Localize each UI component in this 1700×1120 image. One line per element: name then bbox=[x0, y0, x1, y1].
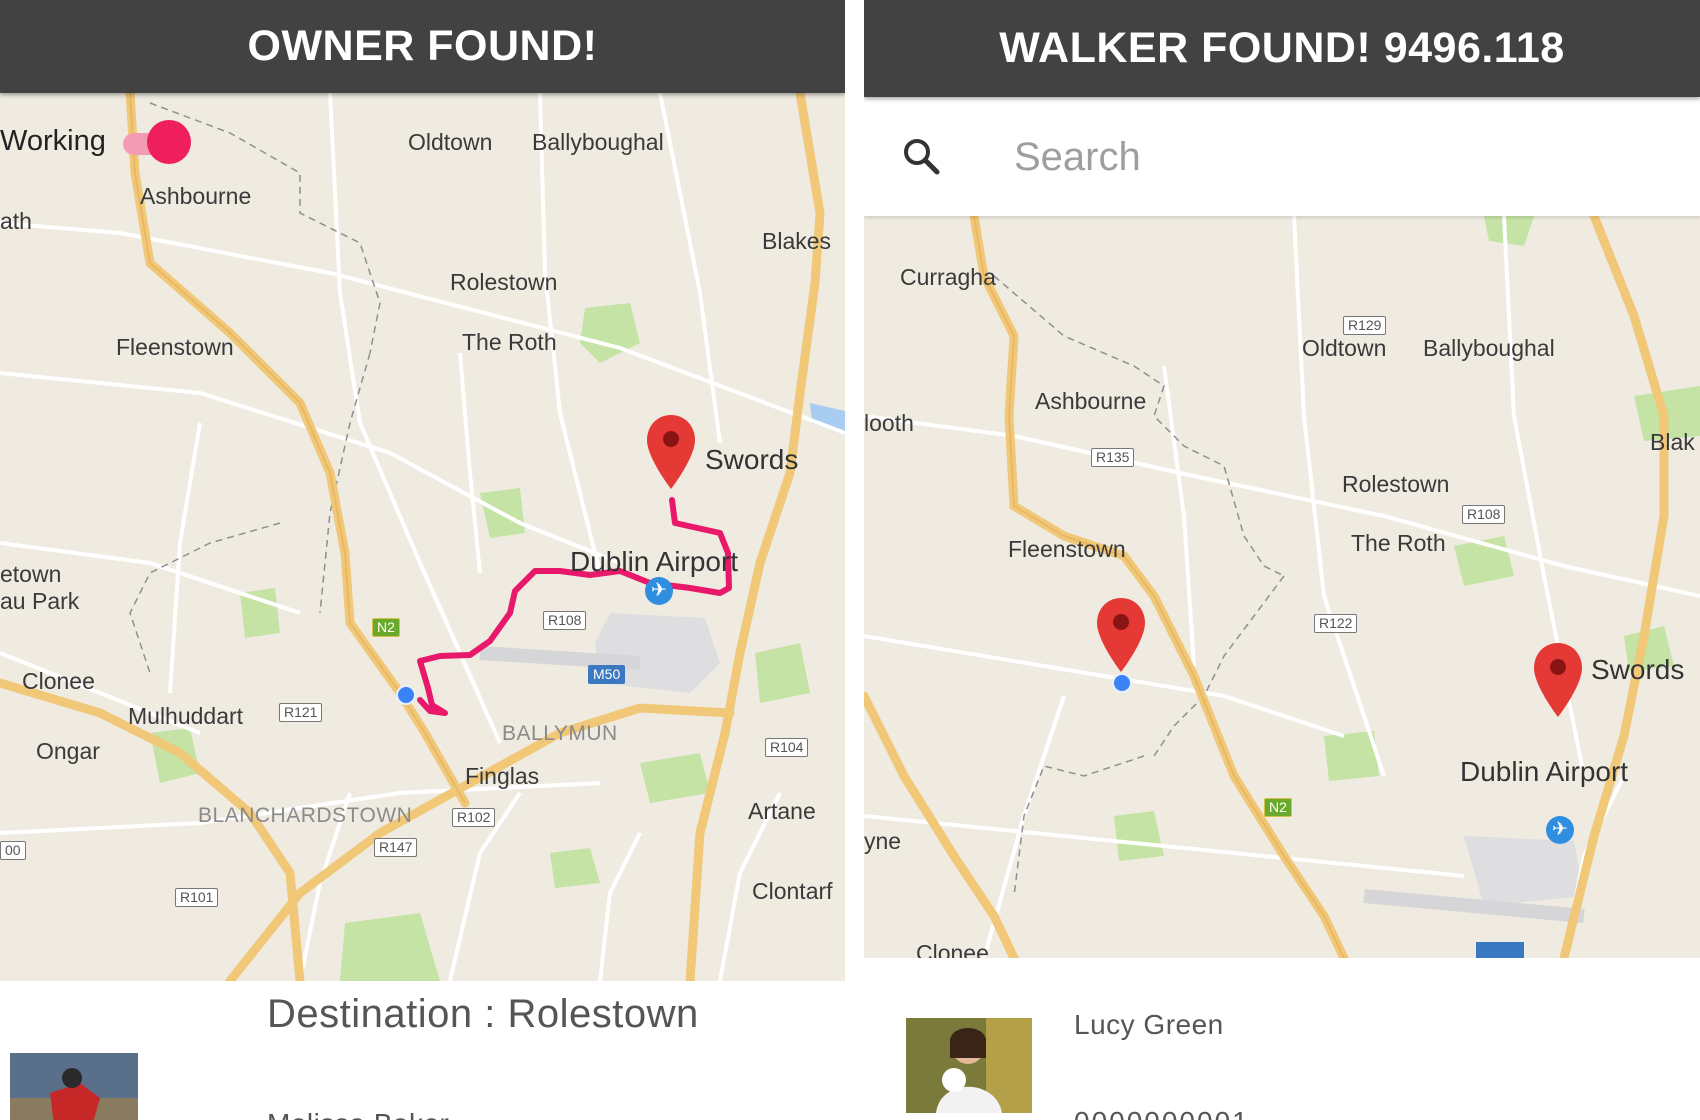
place-label: The Roth bbox=[462, 329, 557, 355]
place-label: Ballyboughal bbox=[532, 129, 664, 155]
place-label: Oldtown bbox=[408, 129, 493, 155]
map-view[interactable]: Curragha Oldtown Ballyboughal Ashbourne … bbox=[864, 216, 1700, 958]
place-label: Clonee bbox=[916, 940, 989, 959]
search-bar bbox=[864, 97, 1700, 216]
place-label: ath bbox=[0, 208, 32, 234]
search-icon[interactable] bbox=[900, 135, 942, 177]
place-label: Swords bbox=[705, 444, 799, 475]
place-label: Ashbourne bbox=[1035, 388, 1147, 414]
road-tag: R108 bbox=[1462, 505, 1506, 525]
owner-name: Melissa Baker bbox=[267, 1108, 449, 1120]
walker-phone: 0000000001 bbox=[1074, 1106, 1250, 1120]
working-label: Working bbox=[0, 125, 106, 157]
road-tag: R104 bbox=[765, 738, 809, 758]
road-tag: R122 bbox=[1314, 614, 1358, 634]
toggle-thumb[interactable] bbox=[147, 120, 191, 164]
road-tag: N2 bbox=[372, 618, 400, 638]
airport-icon: ✈ bbox=[645, 577, 673, 605]
owner-screen: OWNER FOUND! Oldtown Ballyboughal Ashbou… bbox=[0, 0, 845, 1120]
place-label: Clontarf bbox=[752, 878, 833, 904]
road-tag: R147 bbox=[374, 838, 418, 858]
place-label: Swords bbox=[1591, 654, 1685, 685]
place-label: Blakes bbox=[762, 228, 832, 254]
walker-name: Lucy Green bbox=[1074, 1009, 1224, 1040]
road-tag: R101 bbox=[175, 888, 219, 908]
place-label: yne bbox=[864, 828, 902, 854]
place-label: Curragha bbox=[900, 264, 996, 290]
place-label: au Park bbox=[0, 588, 80, 614]
road-tag: N2 bbox=[1264, 798, 1292, 818]
place-label: BALLYMUN bbox=[502, 722, 618, 745]
place-label: Artane bbox=[748, 798, 816, 824]
place-label: Ongar bbox=[36, 738, 100, 764]
destination-text: Destination : Rolestown bbox=[267, 992, 699, 1036]
map-view[interactable]: Oldtown Ballyboughal Ashbourne ath Blake… bbox=[0, 93, 845, 981]
road-tag: R121 bbox=[279, 703, 323, 723]
app-bar-title: WALKER FOUND! 9496.118 bbox=[864, 0, 1700, 97]
map-base bbox=[864, 216, 1700, 958]
walker-screen: WALKER FOUND! 9496.118 Search Curragha O… bbox=[864, 0, 1700, 1120]
place-label: Fleenstown bbox=[116, 334, 234, 360]
road-tag: R135 bbox=[1091, 448, 1135, 468]
place-label: Oldtown bbox=[1302, 335, 1387, 361]
working-toggle[interactable] bbox=[123, 120, 195, 166]
avatar bbox=[906, 1018, 1032, 1113]
place-label: looth bbox=[864, 410, 914, 436]
map-marker-icon[interactable] bbox=[1532, 641, 1584, 719]
place-label: BLANCHARDSTOWN bbox=[198, 804, 413, 827]
road-tag: R102 bbox=[452, 808, 496, 828]
place-label: Ashbourne bbox=[140, 183, 252, 209]
road-tag: 00 bbox=[0, 841, 26, 861]
map-marker-icon[interactable] bbox=[1095, 596, 1147, 674]
place-label: Dublin Airport bbox=[570, 546, 739, 577]
place-label: Fleenstown bbox=[1008, 536, 1126, 562]
location-dot-icon bbox=[1112, 673, 1132, 693]
map-base bbox=[0, 93, 845, 981]
road-tag: M50 bbox=[588, 665, 626, 685]
map-marker-icon[interactable] bbox=[645, 413, 697, 491]
place-label: Rolestown bbox=[450, 269, 558, 295]
avatar bbox=[10, 1053, 138, 1120]
place-label: Mulhuddart bbox=[128, 703, 244, 729]
place-label: Ballyboughal bbox=[1423, 335, 1555, 361]
search-input[interactable] bbox=[1014, 127, 1654, 187]
place-label: Finglas bbox=[465, 763, 540, 789]
location-dot-icon bbox=[396, 685, 416, 705]
place-label: The Roth bbox=[1351, 530, 1446, 556]
place-label: Dublin Airport bbox=[1460, 756, 1629, 787]
place-label: etown bbox=[0, 561, 62, 587]
place-label: Rolestown bbox=[1342, 471, 1450, 497]
place-label: Blak bbox=[1650, 429, 1695, 455]
airport-icon: ✈ bbox=[1546, 816, 1574, 844]
app-bar-title: OWNER FOUND! bbox=[0, 0, 845, 93]
road-tag: R108 bbox=[543, 611, 587, 631]
road-tag: R129 bbox=[1343, 316, 1387, 336]
place-label: Clonee bbox=[22, 668, 95, 694]
